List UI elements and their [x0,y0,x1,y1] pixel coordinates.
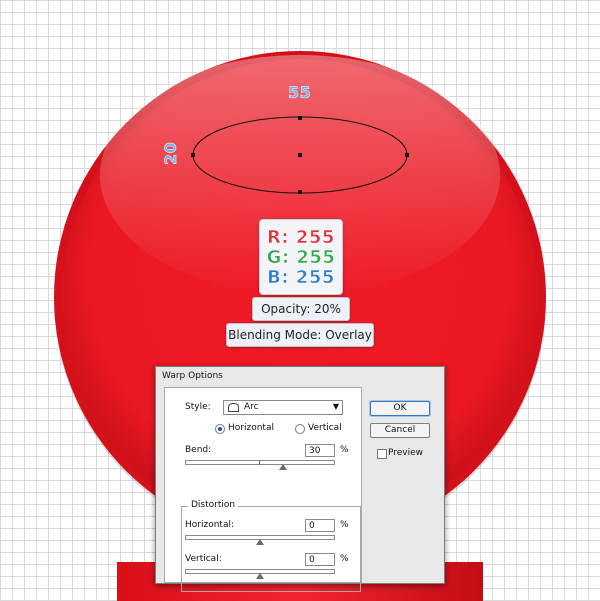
vertical-distortion-unit: % [340,554,349,564]
warp-options-dialog: Warp Options Style: Arc ▼ Horizontal Ver… [155,366,445,592]
bend-slider-thumb[interactable] [278,464,287,470]
vertical-distortion-label: Vertical: [185,554,222,564]
bend-slider-track[interactable] [185,460,335,465]
green-value: G: 255 [266,247,336,268]
preview-checkbox[interactable] [377,449,387,459]
blue-value: B: 255 [267,267,335,288]
bend-label: Bend: [185,445,212,455]
horizontal-distortion-label: Horizontal: [185,520,234,530]
horizontal-distortion-thumb[interactable] [256,539,264,545]
arc-icon [228,403,239,412]
ok-button[interactable]: OK [370,401,430,416]
vertical-distortion-thumb[interactable] [256,573,264,579]
red-value: R: 255 [267,227,335,248]
chevron-down-icon: ▼ [332,402,339,411]
dialog-title: Warp Options [162,371,223,381]
warp-settings-panel: Style: Arc ▼ Horizontal Vertical Bend: 3… [164,387,362,592]
vertical-radio-label: Vertical [308,423,342,433]
style-label: Style: [185,402,211,412]
blending-mode-label: Blending Mode: Overlay [226,323,374,347]
bend-input[interactable]: 30 [305,444,335,457]
opacity-label: Opacity: 20% [252,297,350,321]
width-dimension-label: 55 [288,83,312,103]
style-dropdown[interactable]: Arc ▼ [223,400,343,415]
horizontal-radio[interactable] [215,424,225,434]
distortion-title: Distortion [188,500,239,510]
bend-center-tick [259,460,260,465]
height-dimension-label: 20 [161,141,181,165]
vertical-distortion-input[interactable]: 0 [305,553,335,566]
preview-label: Preview [388,448,424,458]
style-value: Arc [244,402,259,412]
bend-unit: % [340,445,349,455]
horizontal-distortion-unit: % [340,520,349,530]
vertical-radio[interactable] [295,424,305,434]
horizontal-radio-label: Horizontal [228,423,274,433]
cancel-button[interactable]: Cancel [370,423,430,438]
horizontal-distortion-input[interactable]: 0 [305,519,335,532]
rgb-color-callout: R: 255 G: 255 B: 255 [259,219,343,295]
